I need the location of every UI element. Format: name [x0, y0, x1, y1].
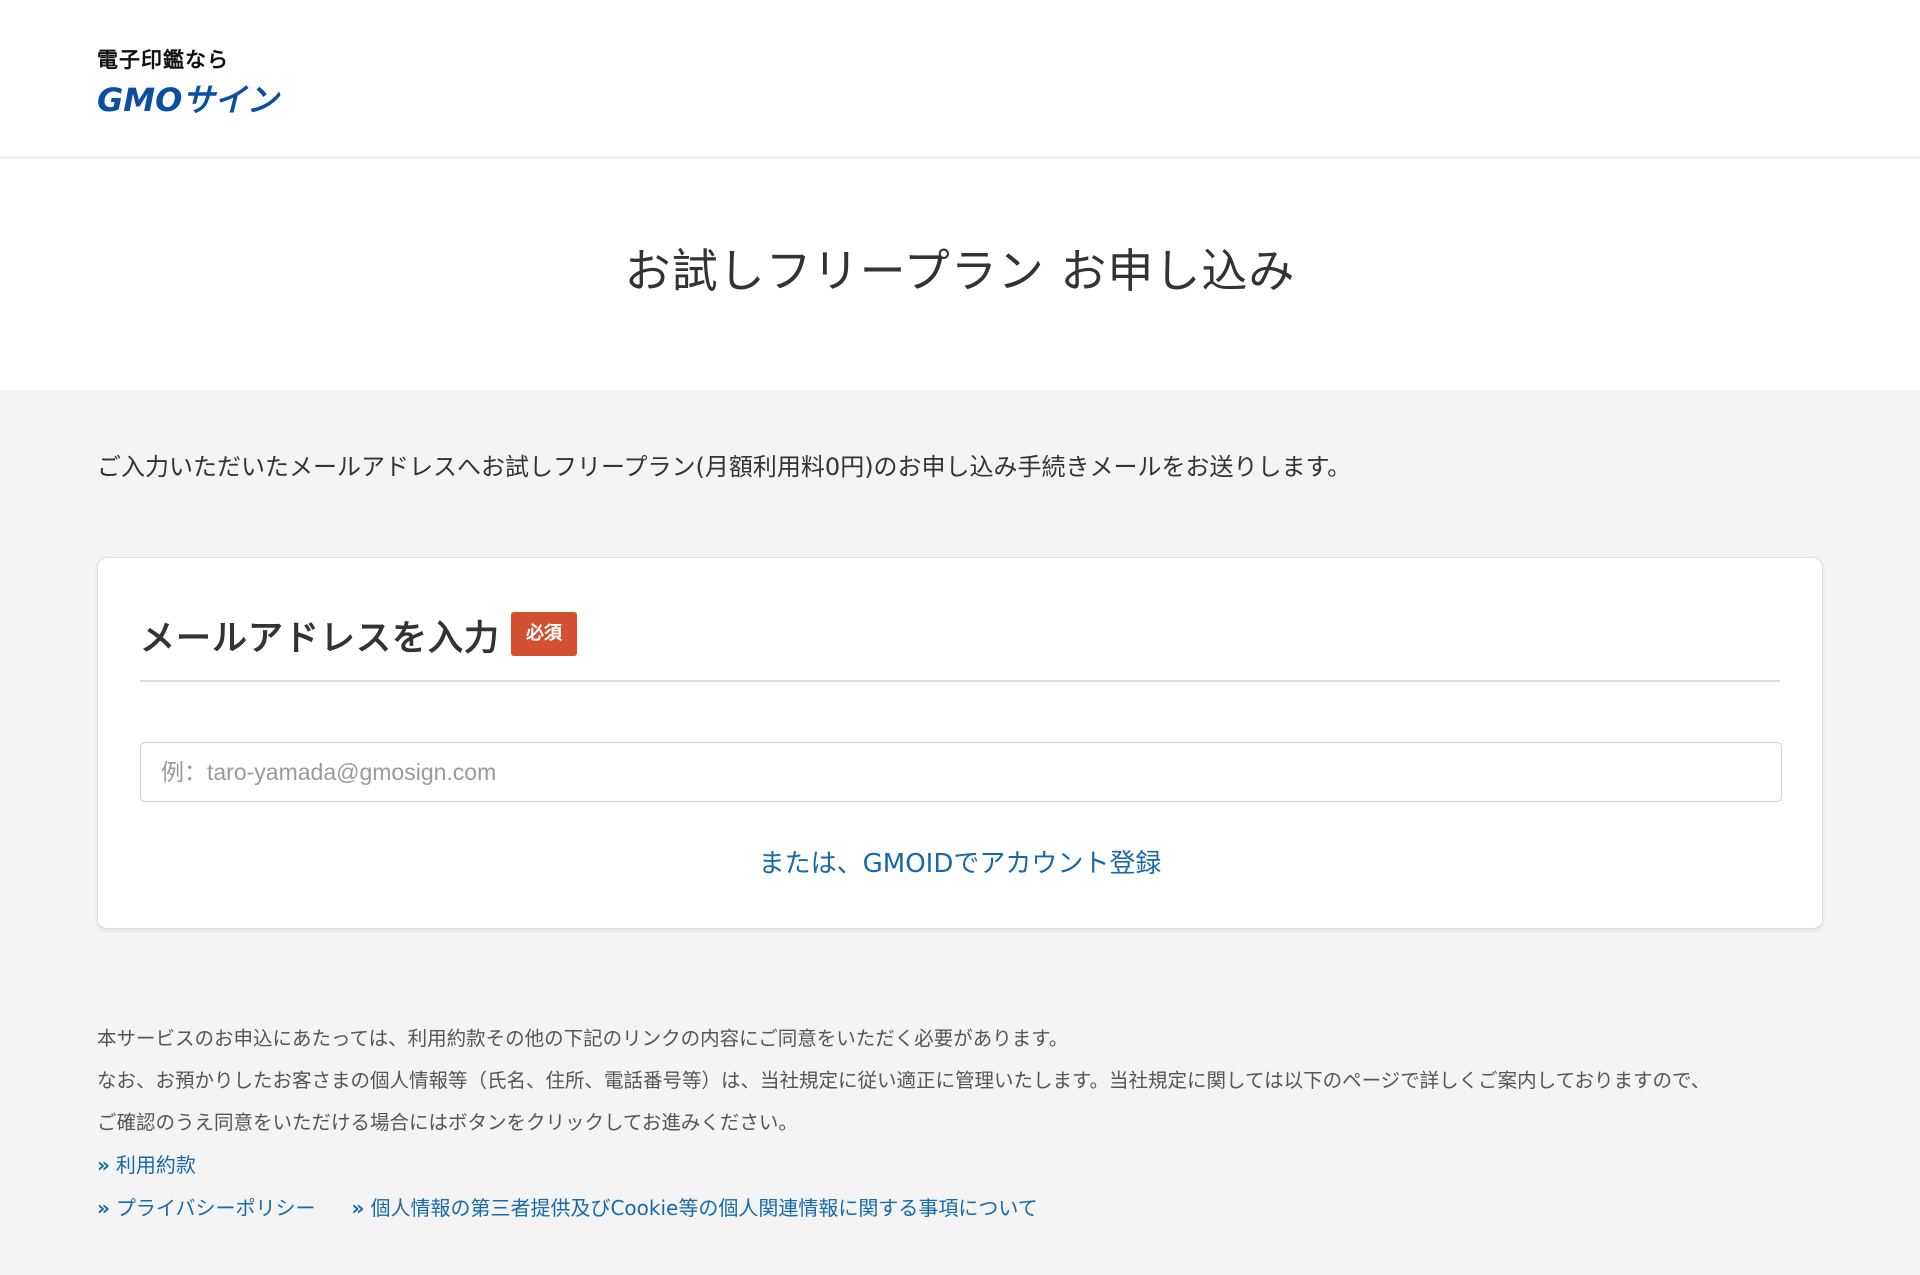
- terms-link[interactable]: » 利用約款: [97, 1153, 196, 1177]
- email-card-header: メールアドレスを入力 必須: [140, 610, 1780, 682]
- gmoid-register-link[interactable]: または、GMOIDでアカウント登録: [98, 843, 1822, 880]
- email-input[interactable]: [140, 742, 1782, 802]
- logo-tagline: 電子印鑑なら: [97, 48, 229, 72]
- gmo-sign-logo[interactable]: 電子印鑑なら GMOサイン: [97, 44, 377, 119]
- link-arrow-icon: »: [97, 1196, 110, 1220]
- email-card-title: メールアドレスを入力: [140, 619, 501, 659]
- notes-line-3: ご確認のうえ同意をいただける場合にはボタンをクリックしてお進みください。: [97, 1111, 798, 1134]
- title-band: お試しフリープラン お申し込み: [0, 159, 1920, 390]
- email-card: メールアドレスを入力 必須 または、GMOIDでアカウント登録: [97, 557, 1823, 929]
- terms-notes: 本サービスのお申込にあたっては、利用約款その他の下記のリンクの内容にご同意をいた…: [97, 1018, 1837, 1230]
- third-party-provision-link[interactable]: » 個人情報の第三者提供及びCookie等の個人関連情報に関する事項について: [352, 1196, 1038, 1220]
- link-arrow-icon: »: [97, 1153, 110, 1177]
- site-header: 電子印鑑なら GMOサイン: [0, 0, 1920, 158]
- notes-line-1: 本サービスのお申込にあたっては、利用約款その他の下記のリンクの内容にご同意をいた…: [97, 1027, 1069, 1050]
- third-party-provision-link-label: 個人情報の第三者提供及びCookie等の個人関連情報に関する事項について: [370, 1196, 1038, 1220]
- notes-line-2: なお、お預かりしたお客さまの個人情報等（氏名、住所、電話番号等）は、当社規定に従…: [97, 1069, 1711, 1092]
- logo-wordmark: GMOサイン: [97, 81, 279, 119]
- required-badge: 必須: [511, 612, 577, 656]
- intro-text: ご入力いただいたメールアドレスへお試しフリープラン(月額利用料0円)のお申し込み…: [97, 453, 1352, 481]
- terms-link-label: 利用約款: [115, 1153, 196, 1177]
- links-row-1: » 利用約款: [97, 1144, 1837, 1187]
- link-arrow-icon: »: [351, 1196, 365, 1220]
- page-title: お試しフリープラン お申し込み: [624, 244, 1296, 298]
- privacy-policy-link-label: プライバシーポリシー: [115, 1196, 316, 1220]
- privacy-policy-link[interactable]: » プライバシーポリシー: [97, 1196, 316, 1220]
- links-row-2: » プライバシーポリシー» 個人情報の第三者提供及びCookie等の個人関連情報に関…: [97, 1187, 1837, 1230]
